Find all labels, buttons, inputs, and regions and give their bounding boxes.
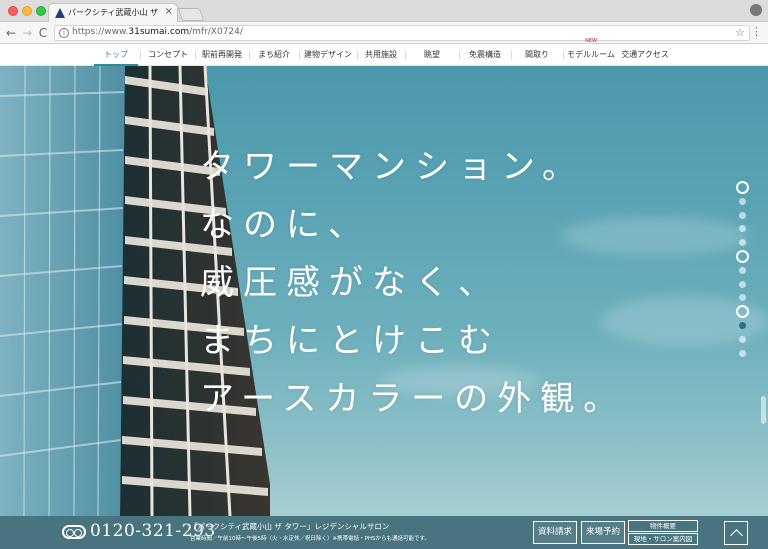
nav-label: 間取り	[525, 50, 549, 59]
pager-dot[interactable]	[739, 349, 746, 357]
headline-line: 威圧感がなく、	[200, 263, 501, 303]
pager-dot[interactable]	[736, 250, 749, 263]
nav-label: 眺望	[424, 50, 440, 59]
back-to-top-button[interactable]	[724, 521, 748, 545]
nav-item-concept[interactable]: コンセプト	[143, 44, 193, 66]
nav-item-floorplan[interactable]: 間取り	[513, 44, 561, 66]
new-badge: NEW	[585, 38, 597, 44]
headline-line: アースカラーの外観。	[200, 379, 627, 419]
site-map-button[interactable]: 現地・サロン案内図	[628, 533, 698, 545]
free-dial-icon	[62, 525, 86, 539]
back-icon[interactable]: ←	[4, 25, 18, 41]
headline-line: まちにとけこむ	[200, 321, 501, 361]
property-overview-button[interactable]: 物件概要	[628, 520, 698, 532]
nav-item-access[interactable]: 交通アクセス	[619, 44, 671, 66]
pager-dot[interactable]	[739, 197, 746, 205]
nav-item-top[interactable]: トップ	[94, 44, 138, 66]
reload-icon[interactable]: C	[36, 25, 50, 41]
minimize-window-button[interactable]	[22, 6, 32, 16]
site-favicon-icon	[55, 8, 65, 18]
pager-dot[interactable]	[736, 181, 749, 194]
info-links: 物件概要 現地・サロン案内図	[628, 520, 698, 546]
nav-item-seismic[interactable]: 免震構造	[461, 44, 509, 66]
pager-dot[interactable]	[739, 266, 746, 274]
new-tab-button[interactable]	[177, 8, 205, 21]
headline-line: なのに、	[200, 205, 371, 245]
nav-divider	[563, 50, 564, 60]
nav-divider	[511, 50, 512, 60]
browser-menu-icon[interactable]: ⋮	[751, 25, 762, 38]
pager-dot[interactable]	[739, 280, 746, 288]
visit-reservation-button[interactable]: 来場予約	[581, 521, 625, 544]
url-text: https://www.31sumai.com/mfr/X0724/	[72, 27, 243, 37]
nav-label: モデルルーム	[567, 50, 615, 59]
url-input[interactable]: i https://www.31sumai.com/mfr/X0724/ ☆	[54, 25, 750, 41]
nav-item-town[interactable]: まち紹介	[251, 44, 297, 66]
site-info-icon[interactable]: i	[59, 28, 69, 38]
url-host: 31sumai.com	[128, 27, 190, 37]
nav-label: コンセプト	[148, 50, 188, 59]
nav-label: 建物デザイン	[304, 50, 352, 59]
nav-divider	[459, 50, 460, 60]
pager-dot[interactable]	[739, 211, 746, 219]
hero-section: タワーマンション。 なのに、 威圧感がなく、 まちにとけこむ アースカラーの外観…	[0, 66, 768, 516]
nav-divider	[249, 50, 250, 60]
close-window-button[interactable]	[8, 6, 18, 16]
request-materials-button[interactable]: 資料請求	[533, 521, 577, 544]
forward-icon[interactable]: →	[20, 25, 34, 41]
nav-label: 交通アクセス	[621, 50, 669, 59]
browser-tab[interactable]: パークシティ武蔵小山 ザ タワー ×	[48, 3, 178, 23]
nav-item-facilities[interactable]: 共用施設	[359, 44, 403, 66]
nav-divider	[357, 50, 358, 60]
business-hours: 営業時間／午前10時〜午後5時（火・水定休／祝日除く）※携帯電話・PHSからも通…	[190, 536, 431, 542]
hero-headline: タワーマンション。 なのに、 威圧感がなく、 まちにとけこむ アースカラーの外観…	[200, 138, 626, 428]
nav-item-modelroom[interactable]: NEW モデルルーム	[565, 38, 617, 66]
nav-label: 免震構造	[469, 50, 501, 59]
salon-name: 「パークシティ武蔵小山 ザ タワー」レジデンシャルサロン	[190, 522, 390, 531]
browser-tab-bar: パークシティ武蔵小山 ザ タワー ×	[0, 0, 768, 23]
nav-divider	[195, 50, 196, 60]
pager-dot[interactable]	[739, 239, 746, 247]
url-prefix: https://www.	[72, 27, 129, 37]
address-toolbar: ← → C i https://www.31sumai.com/mfr/X072…	[0, 22, 768, 44]
site-nav: トップ コンセプト 駅前再開発 まち紹介 建物デザイン 共用施設 眺望 免震構造…	[0, 38, 768, 66]
nav-divider	[405, 50, 406, 60]
nav-item-view[interactable]: 眺望	[407, 44, 457, 66]
zoom-window-button[interactable]	[36, 6, 46, 16]
nav-divider	[140, 50, 141, 60]
nav-label: 駅前再開発	[202, 50, 242, 59]
profile-icon[interactable]	[750, 4, 762, 16]
pager-dot[interactable]	[739, 322, 746, 329]
nav-label: 共用施設	[365, 50, 397, 59]
pager-dot[interactable]	[739, 294, 746, 302]
nav-label: まち紹介	[258, 50, 290, 59]
headline-line: タワーマンション。	[200, 147, 585, 187]
url-path: /mfr/X0724/	[189, 27, 243, 37]
pager-dot[interactable]	[739, 335, 746, 343]
contact-footer-bar: 0120-321-293 「パークシティ武蔵小山 ザ タワー」レジデンシャルサロ…	[0, 516, 768, 549]
nav-item-redevelopment[interactable]: 駅前再開発	[197, 44, 247, 66]
bookmark-star-icon[interactable]: ☆	[735, 26, 745, 39]
nav-divider	[299, 50, 300, 60]
page-scrollbar[interactable]	[761, 396, 766, 424]
nav-item-design[interactable]: 建物デザイン	[301, 44, 355, 66]
nav-label: トップ	[104, 50, 128, 59]
tab-title: パークシティ武蔵小山 ザ タワー	[68, 8, 160, 17]
tab-close-icon[interactable]: ×	[165, 6, 173, 17]
